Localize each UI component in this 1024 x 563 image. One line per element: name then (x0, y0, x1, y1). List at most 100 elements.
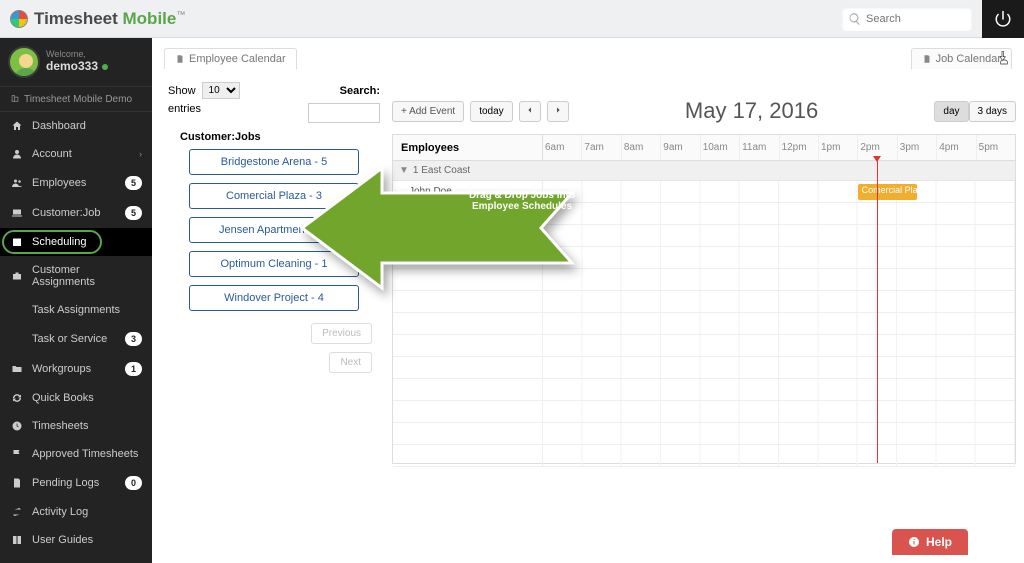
employee-row[interactable]: John Doe Comercial Plaza (393, 181, 1015, 203)
jobs-prev-button[interactable]: Previous (311, 323, 372, 344)
empty-row (393, 423, 1015, 445)
nav-task-assignments[interactable]: Task Assignments (0, 296, 152, 324)
briefcase-icon (11, 270, 23, 282)
add-event-button[interactable]: + Add Event (392, 101, 464, 122)
nav-customer-job[interactable]: Customer:Job5 (0, 198, 152, 228)
job-chip[interactable]: Comercial Plaza - 3 (189, 183, 359, 209)
job-chip[interactable]: Bridgestone Arena - 5 (189, 149, 359, 175)
timeline-slots[interactable] (543, 203, 1015, 224)
jobs-search-input[interactable] (308, 103, 380, 123)
tab-employee-calendar[interactable]: Employee Calendar (164, 48, 297, 69)
nav-quickbooks[interactable]: Quick Books (0, 384, 152, 412)
employee-group-row[interactable]: ▼1 East Coast (393, 161, 1015, 181)
hour-header: 1pm (819, 135, 858, 160)
hour-header: 3pm (898, 135, 937, 160)
nav-pending-logs[interactable]: Pending Logs0 (0, 468, 152, 498)
main-content: Employee Calendar Job Calendar Show 10 S… (152, 38, 1024, 563)
chevron-right-icon (554, 106, 562, 114)
top-bar: Timesheet Mobile™ (0, 0, 1024, 38)
user-name: demo333 (46, 60, 108, 73)
file-icon (11, 477, 23, 489)
calendar-event[interactable]: Comercial Plaza (858, 184, 917, 200)
employee-name: Anthony (393, 225, 543, 246)
nav-account[interactable]: Account› (0, 140, 152, 168)
empty-row (393, 291, 1015, 313)
view-3days-button[interactable]: 3 days (969, 101, 1016, 122)
hour-header: 8am (622, 135, 661, 160)
empty-row (393, 357, 1015, 379)
prev-button[interactable] (519, 101, 541, 122)
timeline-slots[interactable]: Comercial Plaza (543, 181, 1015, 202)
timeline-slots[interactable] (543, 247, 1015, 268)
hour-header: 7am (582, 135, 621, 160)
employee-name: John Doe (393, 181, 543, 202)
employee-name: Marie Smith (393, 203, 543, 224)
calendar-body[interactable]: ▼1 East Coast John Doe Comercial Plaza Mar… (393, 161, 1015, 463)
trademark-icon: ™ (176, 9, 185, 19)
org-switcher[interactable]: Timesheet Mobile Demo (0, 86, 152, 112)
entries-label: entries (168, 103, 201, 115)
info-icon (908, 536, 920, 548)
book-icon (11, 534, 23, 546)
brand-word-b: Mobile (123, 9, 177, 28)
job-chip[interactable]: Windover Project - 4 (189, 285, 359, 311)
users-icon (11, 177, 23, 189)
online-indicator-icon (102, 64, 108, 70)
employee-name: Demo User - 16 (393, 247, 543, 268)
badge: 0 (125, 476, 142, 490)
chevron-right-icon: › (139, 149, 142, 159)
next-button[interactable] (547, 101, 569, 122)
view-day-button[interactable]: day (934, 101, 968, 122)
file-text-icon (922, 54, 932, 64)
calendar-title: May 17, 2016 (575, 98, 929, 124)
job-chip[interactable]: Jensen Apartments - 2 (189, 217, 359, 243)
user-block[interactable]: Welcome, demo333 (0, 38, 152, 86)
timeline-slots[interactable] (543, 225, 1015, 246)
list-icon (11, 304, 23, 316)
now-indicator (877, 161, 878, 463)
nav-scheduling[interactable]: Scheduling (0, 228, 152, 256)
nav-employees[interactable]: Employees5 (0, 168, 152, 198)
nav-approved-timesheets[interactable]: Approved Timesheets (0, 440, 152, 468)
today-button[interactable]: today (470, 101, 512, 122)
brand-logo-icon (10, 10, 28, 28)
employees-column-header: Employees (393, 135, 543, 160)
job-chip[interactable]: Optimum Cleaning - 1 (189, 251, 359, 277)
hour-header: 5pm (977, 135, 1015, 160)
hour-header: 9am (661, 135, 700, 160)
nav-timesheets[interactable]: Timesheets (0, 412, 152, 440)
search-label: Search: (340, 85, 380, 97)
nav-task-service[interactable]: Task or Service3 (0, 324, 152, 354)
employee-row[interactable]: Anthony (393, 225, 1015, 247)
help-button[interactable]: Help (892, 529, 968, 555)
nav-activity-log[interactable]: Activity Log (0, 498, 152, 526)
nav-workgroups[interactable]: Workgroups1 (0, 354, 152, 384)
swap-icon (11, 506, 23, 518)
sidebar-nav: Dashboard Account› Employees5 Customer:J… (0, 112, 152, 554)
nav-dashboard[interactable]: Dashboard (0, 112, 152, 140)
empty-row (393, 445, 1015, 467)
brand-word-a: Timesheet (34, 9, 118, 28)
laptop-icon (11, 207, 23, 219)
hour-header: 6am (543, 135, 582, 160)
empty-row (393, 379, 1015, 401)
show-entries-select[interactable]: 10 (202, 82, 240, 99)
home-icon (11, 120, 23, 132)
folder-open-icon (11, 363, 23, 375)
empty-row (393, 335, 1015, 357)
nav-user-guides[interactable]: User Guides (0, 526, 152, 554)
logout-button[interactable] (982, 0, 1024, 38)
flag-icon (11, 448, 23, 460)
employee-row[interactable]: Demo User - 16 (393, 247, 1015, 269)
power-icon (994, 10, 1012, 28)
nav-customer-assignments[interactable]: Customer Assignments (0, 256, 152, 296)
global-search (842, 7, 972, 31)
jobs-next-button[interactable]: Next (329, 352, 372, 373)
hour-header: 11am (740, 135, 779, 160)
empty-row (393, 401, 1015, 423)
employee-row[interactable]: Marie Smith (393, 203, 1015, 225)
badge: 1 (125, 362, 142, 376)
collapse-icon: ▼ (399, 165, 409, 176)
file-text-icon (175, 54, 185, 64)
calendar-grid: Employees 6am7am8am9am10am11am12pm1pm2pm… (392, 134, 1016, 464)
